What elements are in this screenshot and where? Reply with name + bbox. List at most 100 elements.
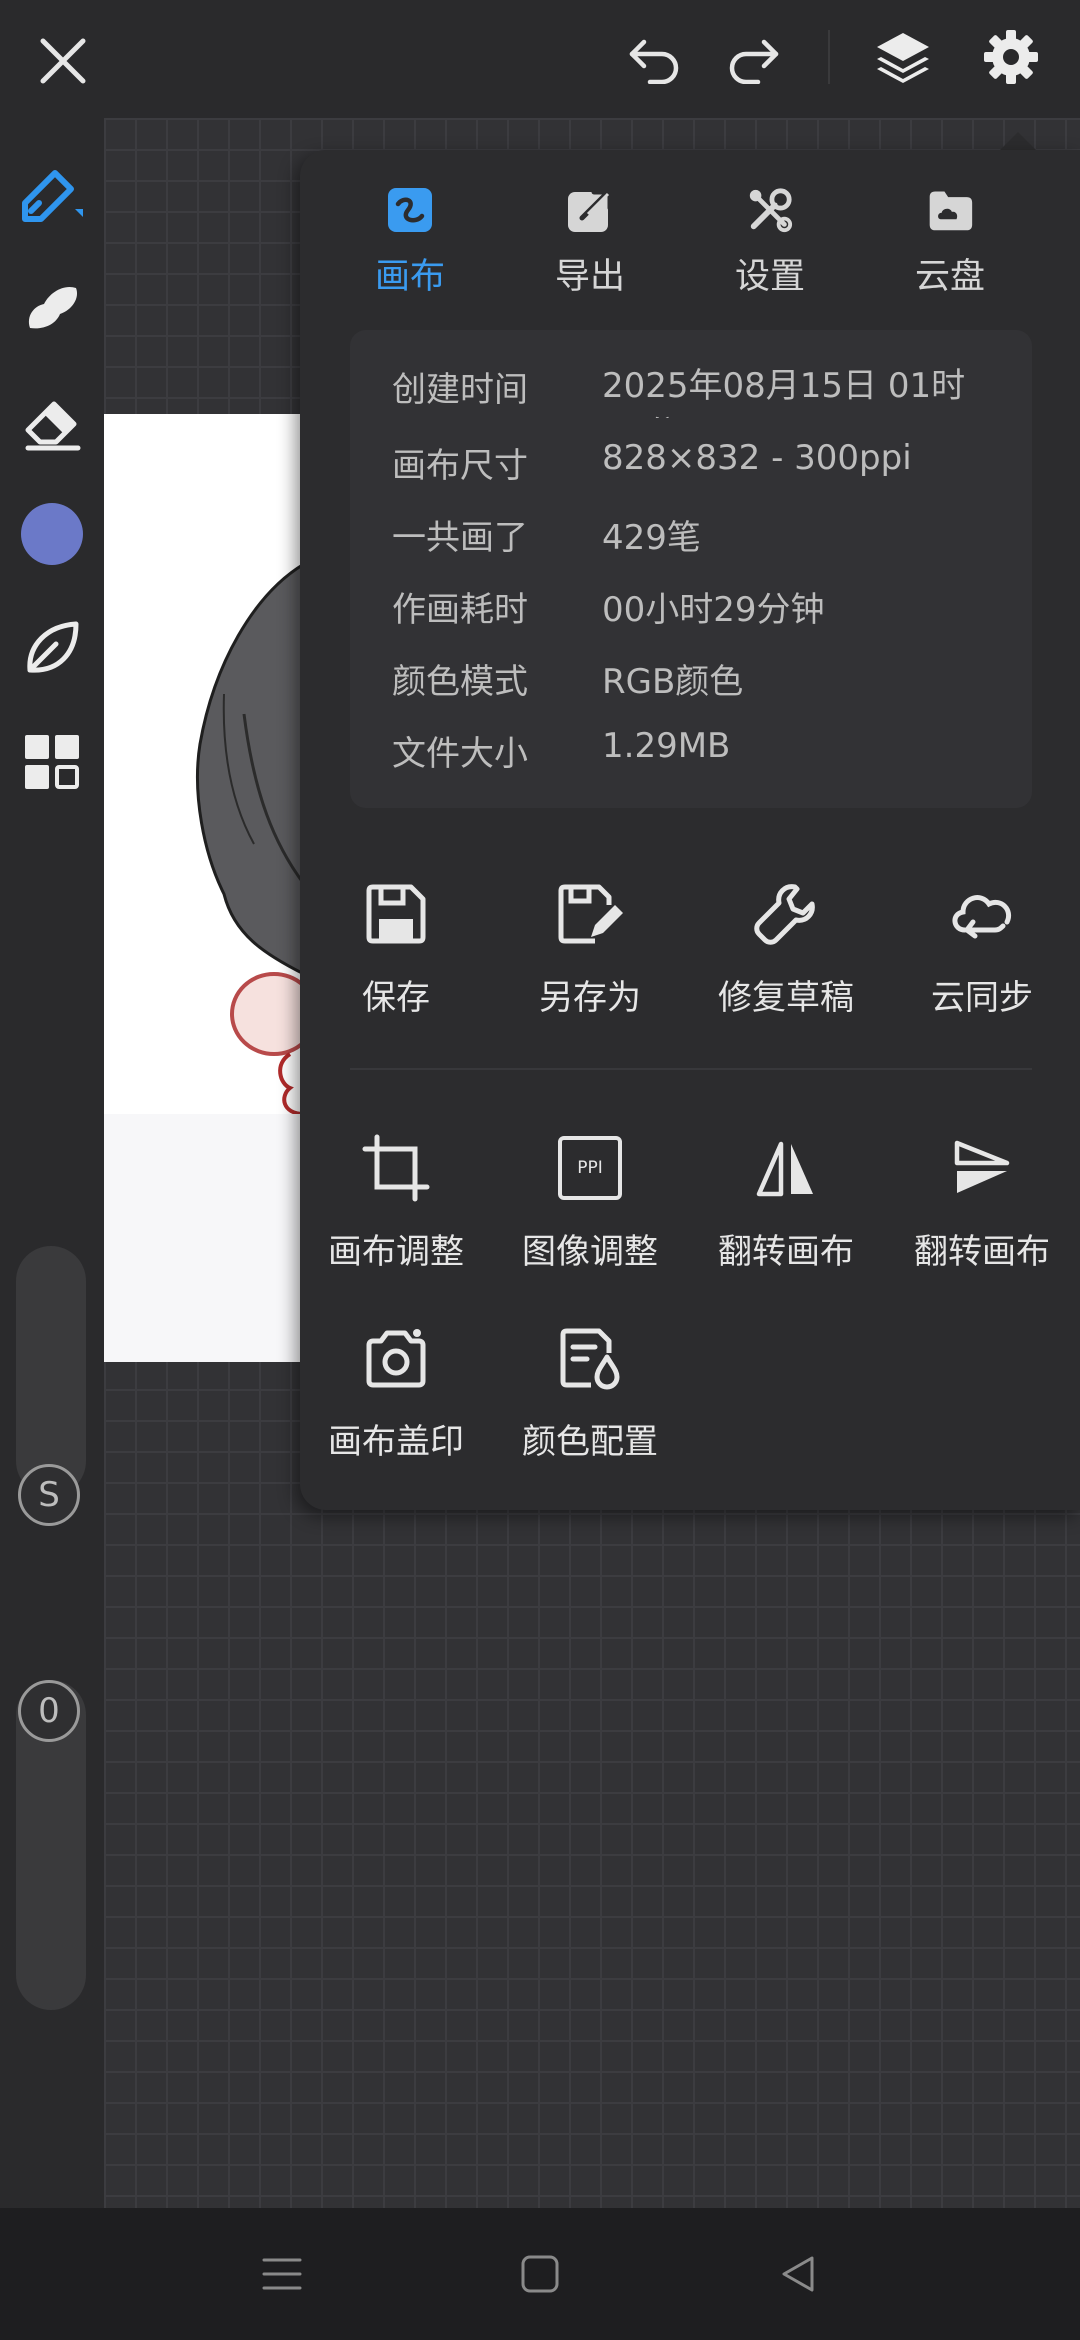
leaf-tool[interactable]	[12, 608, 92, 688]
info-value: RGB颜色	[602, 662, 744, 702]
canvas-menu-panel: 画布 导出 设置 云盘 创建时间 2025年08月15日 01时 画布尺寸 82…	[300, 150, 1080, 1510]
save-button[interactable]: 保存	[306, 874, 486, 1044]
info-row-size: 画布尺寸 828×832 - 300ppi	[392, 438, 1012, 498]
crop-icon	[356, 1128, 436, 1208]
canvas-info-card: 创建时间 2025年08月15日 01时 30分 画布尺寸 828×832 - …	[350, 330, 1032, 808]
grid-icon	[25, 735, 79, 789]
camera-icon	[356, 1318, 436, 1398]
info-value: 00小时29分钟	[602, 590, 825, 630]
tab-canvas[interactable]: 画布	[330, 176, 490, 316]
eraser-tool[interactable]	[12, 382, 92, 462]
save-icon	[356, 874, 436, 954]
settings-button[interactable]	[978, 24, 1044, 90]
ppi-icon: PPI	[550, 1128, 630, 1208]
info-key: 一共画了	[392, 518, 528, 558]
layers-button[interactable]	[870, 24, 936, 90]
canvas-stamp-button[interactable]: 画布盖印	[306, 1318, 486, 1488]
undo-icon	[629, 39, 679, 84]
cloud-sync-button[interactable]: 云同步	[892, 874, 1072, 1044]
redo-button[interactable]	[720, 26, 786, 92]
tab-label: 云盘	[914, 257, 985, 297]
info-row-file-size: 文件大小 1.29MB	[392, 726, 1012, 786]
info-row-strokes: 一共画了 429笔	[392, 510, 1012, 570]
leaf-icon	[27, 621, 79, 673]
tab-label: 画布	[374, 257, 445, 297]
tools-icon	[746, 186, 794, 234]
info-key: 创建时间	[392, 370, 528, 410]
cloud-drive-icon	[926, 186, 974, 234]
color-profile-label: 颜色配置	[522, 1422, 658, 1462]
grid-tool[interactable]	[12, 722, 92, 802]
undo-button[interactable]	[622, 26, 688, 92]
info-row-created: 创建时间 2025年08月15日 01时 30分	[392, 362, 1012, 418]
info-key: 画布尺寸	[392, 446, 528, 486]
info-row-duration: 作画耗时 00小时29分钟	[392, 582, 1012, 642]
info-key: 作画耗时	[392, 590, 528, 630]
drawing-canvas[interactable]	[104, 414, 304, 1362]
ppi-icon-text: PPI	[577, 1158, 603, 1178]
brush-size-slider[interactable]: S	[16, 1246, 86, 1526]
panel-divider	[350, 1068, 1032, 1070]
smudge-icon	[28, 286, 78, 329]
repair-draft-label: 修复草稿	[718, 978, 854, 1018]
tab-label: 设置	[734, 257, 805, 297]
canvas-icon	[386, 186, 434, 234]
eraser-icon	[25, 401, 81, 451]
repair-draft-button[interactable]: 修复草稿	[696, 874, 876, 1044]
info-value: 828×832 - 300ppi	[602, 438, 912, 478]
opacity-slider-knob[interactable]: 0	[18, 1680, 80, 1742]
flip-vertical-button[interactable]: 翻转画布	[892, 1128, 1072, 1298]
redo-icon	[729, 39, 779, 84]
panel-tabs: 画布 导出 设置 云盘	[330, 176, 1050, 316]
layers-icon	[877, 33, 929, 83]
image-adjust-label: 图像调整	[522, 1232, 658, 1272]
back-icon	[782, 2256, 814, 2292]
drawing-artwork	[104, 562, 304, 1362]
left-toolbar: S 0	[0, 118, 104, 2208]
gear-icon	[984, 30, 1038, 84]
export-icon	[566, 186, 614, 234]
tab-cloud-drive[interactable]: 云盘	[870, 176, 1030, 316]
opacity-slider-label: 0	[38, 1691, 60, 1731]
color-swatch-circle	[21, 503, 83, 565]
info-value: 429笔	[602, 518, 701, 558]
close-button[interactable]	[30, 28, 96, 94]
top-toolbar	[0, 0, 1080, 118]
tab-export[interactable]: 导出	[510, 176, 670, 316]
nav-menu-button[interactable]	[252, 2244, 312, 2304]
color-swatch[interactable]	[12, 494, 92, 574]
info-key: 颜色模式	[392, 662, 528, 702]
home-icon	[521, 2255, 559, 2293]
info-row-color-mode: 颜色模式 RGB颜色	[392, 654, 1012, 714]
smudge-tool[interactable]	[12, 268, 92, 348]
save-as-label: 另存为	[539, 978, 641, 1018]
wrench-icon	[746, 874, 826, 954]
flip-vertical-icon	[942, 1128, 1022, 1208]
opacity-slider[interactable]: 0	[16, 1680, 86, 2010]
pen-tool[interactable]	[12, 154, 92, 234]
system-navigation-bar	[0, 2208, 1080, 2340]
cloud-sync-icon	[942, 874, 1022, 954]
flip-horizontal-button[interactable]: 翻转画布	[696, 1128, 876, 1298]
size-slider-knob[interactable]: S	[18, 1464, 80, 1526]
save-as-button[interactable]: 另存为	[500, 874, 680, 1044]
color-profile-button[interactable]: 颜色配置	[500, 1318, 680, 1488]
color-profile-icon	[550, 1318, 630, 1398]
size-slider-label: S	[38, 1475, 60, 1515]
menu-icon	[262, 2258, 302, 2290]
tab-label: 导出	[554, 257, 625, 297]
canvas-adjust-label: 画布调整	[328, 1232, 464, 1272]
canvas-adjust-button[interactable]: 画布调整	[306, 1128, 486, 1298]
panel-pointer	[998, 132, 1038, 152]
cloud-sync-label: 云同步	[931, 978, 1033, 1018]
flip-horizontal-label: 翻转画布	[718, 1232, 854, 1272]
save-as-icon	[550, 874, 630, 954]
image-adjust-button[interactable]: PPI 图像调整	[500, 1128, 680, 1298]
nav-home-button[interactable]	[510, 2244, 570, 2304]
save-label: 保存	[362, 978, 430, 1018]
nav-back-button[interactable]	[768, 2244, 828, 2304]
pen-icon	[22, 170, 83, 222]
canvas-stamp-label: 画布盖印	[328, 1422, 464, 1462]
tab-settings[interactable]: 设置	[690, 176, 850, 316]
toolbar-divider	[828, 30, 830, 84]
